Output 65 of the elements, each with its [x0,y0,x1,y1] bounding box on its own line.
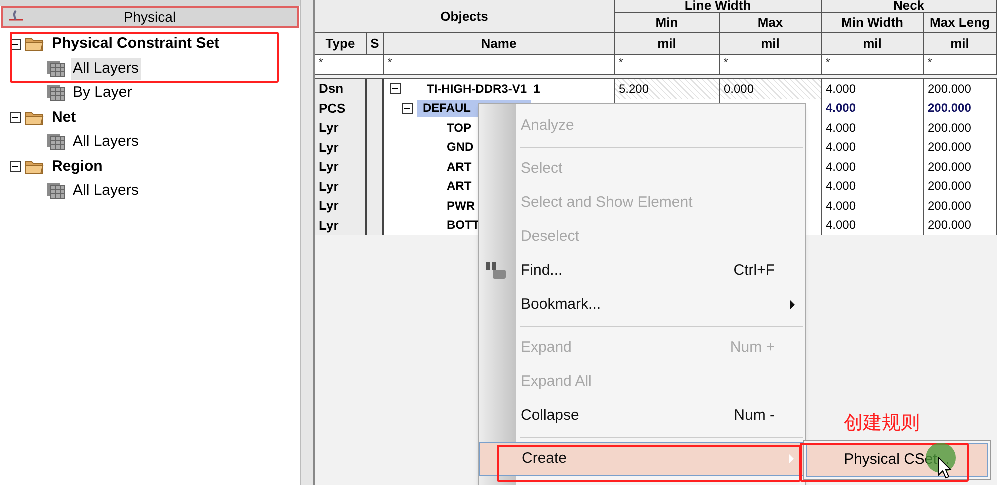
type-cell: Lyr [315,176,367,196]
table-cell: 200.000 [924,98,997,118]
table-cell: 4.000 [822,196,924,216]
type-cell: Lyr [315,196,367,216]
table-cell: 200.000 [924,79,997,98]
column-header: Min Width [822,13,924,33]
table-cell: 5.200 [615,79,720,98]
name-cell[interactable]: GND [443,138,474,156]
tree-node[interactable]: Net [52,106,76,129]
menu-item[interactable]: Create [479,442,805,476]
tree-item[interactable]: By Layer [71,82,134,104]
tree-item[interactable]: All Layers [71,180,141,202]
tree-item[interactable]: All Layers [71,131,141,154]
column-header: Type [315,33,367,55]
type-cell: Lyr [315,118,367,138]
table-cell: 200.000 [924,216,997,235]
menu-item[interactable]: Bookmark... [516,288,805,322]
filter-cell[interactable]: * [720,55,822,75]
table-cell: 4.000 [822,176,924,196]
filter-cell[interactable]: * [822,55,924,75]
tree-item[interactable]: All Layers [71,58,141,80]
type-cell: PCS [315,98,367,118]
column-header: Max Leng [924,13,997,33]
name-cell[interactable]: ART [443,178,472,195]
name-cell[interactable]: BOTT [443,216,480,234]
column-header: S [367,33,384,55]
menu-item[interactable]: Find... Ctrl+F [516,254,805,288]
unit-header: mil [615,33,720,55]
unit-header: mil [822,33,924,55]
table-cell: 200.000 [924,157,997,176]
filter-cell[interactable]: * [924,55,997,75]
panel-title: Physical [124,8,176,27]
table-cell: 200.000 [924,118,997,138]
column-header: Min [615,13,720,33]
type-cell: Dsn [315,79,367,98]
table-cell: 4.000 [822,118,924,138]
table-cell: 4.000 [822,98,924,118]
column-header: Objects [315,0,615,33]
table-cell: 4.000 [822,157,924,176]
menu-item[interactable]: Collapse Num - [516,399,805,433]
table-cell: 0.000 [720,79,822,98]
table-cell: 4.000 [822,138,924,157]
table-cell: 200.000 [924,196,997,216]
name-cell[interactable]: PWR [443,197,475,214]
annotation-text: 创建规则 [844,412,920,436]
filter-cell[interactable]: * [384,55,615,75]
column-header: Name [384,33,615,55]
type-cell: Lyr [315,157,367,176]
filter-cell[interactable]: * [615,55,720,75]
tree-node[interactable]: Physical Constraint Set [52,33,220,56]
type-cell: Lyr [315,216,367,235]
table-cell: 4.000 [822,216,924,235]
name-cell[interactable]: ART [443,158,472,176]
unit-header: mil [924,33,997,55]
unit-header: mil [720,33,822,55]
column-header: Neck [822,0,997,13]
type-cell: Lyr [315,138,367,157]
column-header: Max [720,13,822,33]
tree-node[interactable]: Region [52,156,103,178]
table-cell: 4.000 [822,79,924,98]
column-header: Line Width [615,0,822,13]
name-cell[interactable]: TOP [443,119,472,136]
table-cell: 200.000 [924,176,997,196]
table-cell: 200.000 [924,138,997,157]
filter-cell[interactable]: * [315,55,384,75]
